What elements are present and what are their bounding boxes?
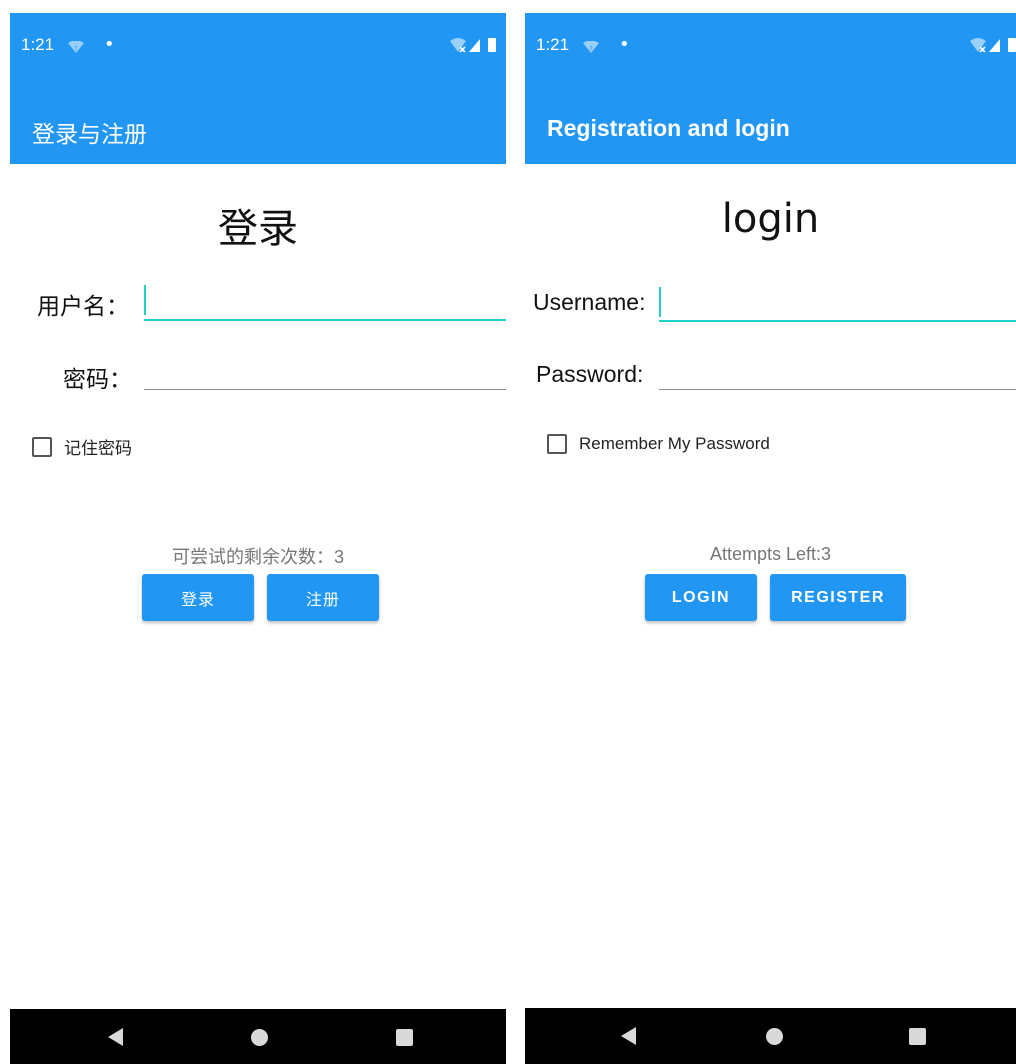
username-underline [144,319,506,321]
status-bar: 1:21 ? • [10,13,506,79]
wifi-off-icon [970,38,986,53]
recents-icon[interactable] [396,1029,413,1046]
page-heading: 登录 [218,206,298,252]
back-icon[interactable] [108,1028,123,1046]
signal-icon [469,39,480,52]
app-bar-title: 登录与注册 [32,121,147,147]
password-label: 密码： [63,366,132,392]
recents-icon[interactable] [909,1028,926,1045]
back-icon[interactable] [621,1027,636,1045]
wifi-icon: ? [68,41,84,53]
status-time: 1:21 [21,35,55,54]
status-time: 1:21 [536,35,570,54]
wifi-icon: ? [583,41,599,53]
notification-dot-icon: • [619,34,630,55]
home-icon[interactable] [766,1028,783,1045]
phone-screen-chinese: 1:21 ? • 登录与注册 登录 用户名： 密码： 记住密码 可尝试的剩余次数… [10,13,506,1064]
username-underline [659,320,1016,322]
home-icon[interactable] [251,1029,268,1046]
text-cursor [144,285,146,315]
app-bar-title: Registration and login [547,115,790,141]
app-bar: Registration and login [525,79,1016,164]
text-cursor [659,287,661,317]
svg-text:?: ? [589,45,593,53]
navigation-bar [10,1009,506,1064]
password-underline [659,389,1016,390]
wifi-off-icon [450,38,466,53]
remember-password-label: 记住密码 [64,439,132,458]
checkbox-icon[interactable] [32,436,52,457]
signal-battery-icons [970,38,1016,53]
remember-password-checkbox[interactable]: 记住密码 [32,434,132,459]
password-underline [144,389,506,390]
page-heading: login [721,196,820,242]
username-label: 用户名： [37,293,129,319]
battery-icon [488,38,496,52]
attempts-remaining-text: Attempts Left:3 [709,544,832,564]
notification-dot-icon: • [104,34,115,55]
register-button[interactable]: 注册 [267,574,379,621]
navigation-bar [525,1008,1016,1064]
remember-password-checkbox[interactable]: Remember My Password [547,434,770,454]
svg-text:?: ? [74,45,78,53]
username-input[interactable] [659,281,1016,321]
password-label: Password: [536,361,644,387]
signal-battery-icons [450,38,496,53]
username-label: Username: [533,289,646,315]
checkbox-icon[interactable] [547,434,567,454]
attempts-remaining-text: 可尝试的剩余次数：3 [171,547,344,567]
username-input[interactable] [144,281,506,321]
signal-icon [989,39,1000,52]
remember-password-label: Remember My Password [579,434,770,453]
phone-screen-english: 1:21 ? • Registration and login login Us… [525,13,1016,1064]
login-button[interactable]: 登录 [142,574,254,621]
app-bar: 登录与注册 [10,79,506,164]
battery-icon [1008,38,1016,52]
password-input[interactable] [659,353,1016,393]
login-button[interactable]: LOGIN [645,574,757,621]
status-bar: 1:21 ? • [525,13,1016,79]
register-button[interactable]: REGISTER [770,574,906,621]
password-input[interactable] [144,353,506,393]
